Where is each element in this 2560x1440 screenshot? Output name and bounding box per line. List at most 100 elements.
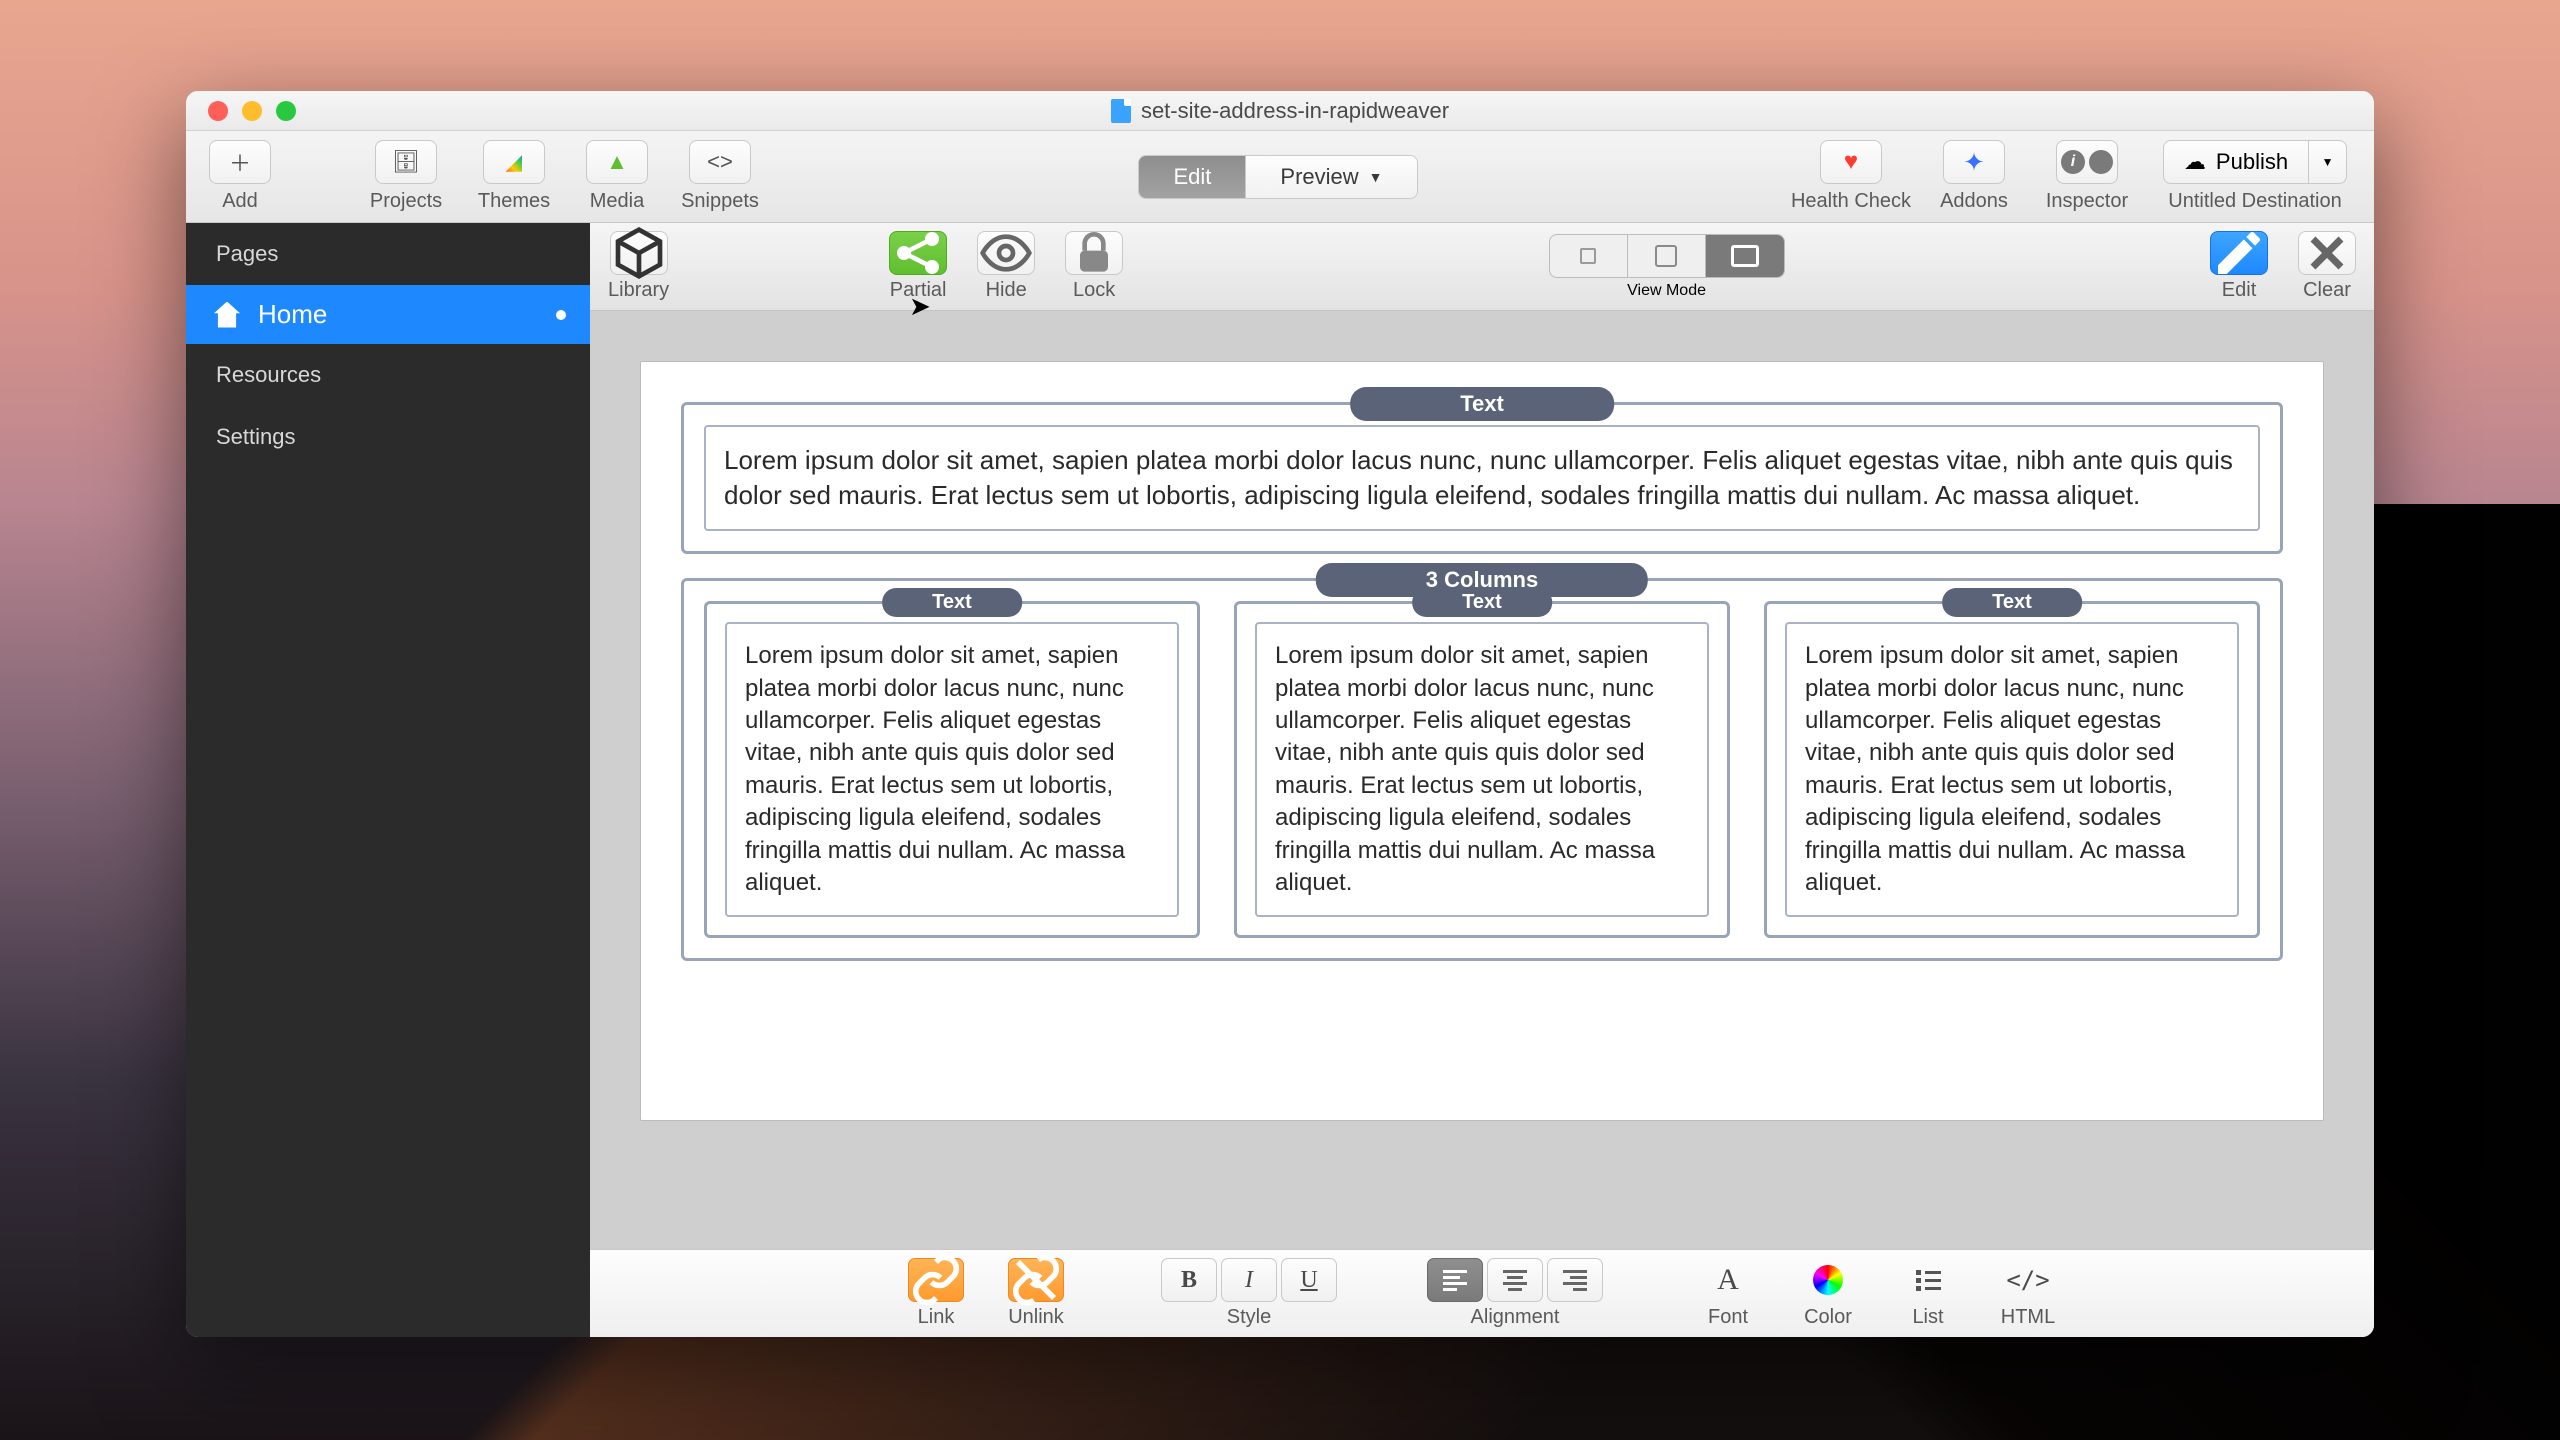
edit-label: Edit bbox=[2222, 279, 2256, 302]
small-square-icon bbox=[1580, 248, 1596, 264]
align-center-button[interactable] bbox=[1487, 1258, 1543, 1302]
format-toolbar: Link Unlink B I U Style bbox=[590, 1249, 2374, 1337]
col1-label: Text bbox=[882, 588, 1022, 617]
unlink-label: Unlink bbox=[1008, 1306, 1064, 1329]
resources-section-header[interactable]: Resources bbox=[186, 344, 590, 406]
x-icon bbox=[2298, 231, 2356, 275]
col2-label: Text bbox=[1412, 588, 1552, 617]
media-label: Media bbox=[590, 190, 644, 213]
partial-button[interactable]: Partial bbox=[889, 231, 947, 302]
plus-icon: ＋ bbox=[209, 140, 271, 184]
add-label: Add bbox=[222, 190, 258, 213]
hide-button[interactable]: Hide bbox=[977, 231, 1035, 302]
health-check-button[interactable]: ♥ Health Check bbox=[1786, 140, 1916, 213]
link-button[interactable]: Link bbox=[901, 1258, 971, 1329]
column-2[interactable]: Text Lorem ipsum dolor sit amet, sapien … bbox=[1234, 601, 1730, 938]
inspector-button[interactable]: i Inspector bbox=[2032, 140, 2142, 213]
align-right-button[interactable] bbox=[1547, 1258, 1603, 1302]
health-check-label: Health Check bbox=[1791, 190, 1911, 213]
bold-button[interactable]: B bbox=[1161, 1258, 1217, 1302]
font-icon: A bbox=[1700, 1258, 1756, 1302]
edit-button[interactable]: Edit bbox=[2210, 231, 2268, 302]
home-label: Home bbox=[258, 299, 327, 330]
lock-button[interactable]: Lock bbox=[1065, 231, 1123, 302]
clear-label: Clear bbox=[2303, 279, 2351, 302]
italic-button[interactable]: I bbox=[1221, 1258, 1277, 1302]
media-button[interactable]: ▲ Media bbox=[572, 140, 662, 213]
cloud-upload-icon: ☁ bbox=[2184, 149, 2206, 175]
library-button[interactable]: Library bbox=[608, 231, 669, 302]
page-canvas[interactable]: Text Lorem ipsum dolor sit amet, sapien … bbox=[640, 361, 2324, 1121]
text-stack-label: Text bbox=[1350, 387, 1614, 421]
view-mode-small[interactable] bbox=[1550, 235, 1628, 277]
main-content: Library Partial Hide Lock ➤ bbox=[590, 223, 2374, 1337]
eye-icon bbox=[977, 231, 1035, 275]
list-button[interactable]: List bbox=[1893, 1258, 1963, 1329]
titlebar[interactable]: set-site-address-in-rapidweaver bbox=[186, 91, 2374, 131]
link-icon bbox=[908, 1258, 964, 1302]
clear-button[interactable]: Clear bbox=[2298, 231, 2356, 302]
cube-icon bbox=[610, 231, 668, 275]
html-button[interactable]: </> HTML bbox=[1993, 1258, 2063, 1329]
document-icon bbox=[1111, 99, 1131, 123]
col2-text[interactable]: Lorem ipsum dolor sit amet, sapien plate… bbox=[1255, 622, 1709, 917]
align-left-button[interactable] bbox=[1427, 1258, 1483, 1302]
sidebar: Pages Home Resources Settings bbox=[186, 223, 590, 1337]
lock-icon bbox=[1065, 231, 1123, 275]
partial-label: Partial bbox=[890, 279, 947, 302]
col1-text[interactable]: Lorem ipsum dolor sit amet, sapien plate… bbox=[725, 622, 1179, 917]
pages-section-header[interactable]: Pages bbox=[186, 223, 590, 285]
edit-preview-segmented: Edit Preview▼ bbox=[1138, 155, 1417, 199]
code-icon: </> bbox=[2000, 1258, 2056, 1302]
publish-button[interactable]: ☁Publish bbox=[2163, 140, 2309, 184]
color-wheel-icon bbox=[1800, 1258, 1856, 1302]
view-mode-label: View Mode bbox=[1627, 282, 1706, 300]
puzzle-icon: ✦ bbox=[1943, 140, 2005, 184]
projects-button[interactable]: 🗄 Projects bbox=[356, 140, 456, 213]
list-icon bbox=[1900, 1258, 1956, 1302]
col3-label: Text bbox=[1942, 588, 2082, 617]
preview-mode-button[interactable]: Preview▼ bbox=[1246, 156, 1416, 198]
color-button[interactable]: Color bbox=[1793, 1258, 1863, 1329]
unlink-button[interactable]: Unlink bbox=[1001, 1258, 1071, 1329]
html-label: HTML bbox=[2001, 1306, 2055, 1329]
align-center-icon bbox=[1503, 1270, 1527, 1291]
canvas-area[interactable]: Text Lorem ipsum dolor sit amet, sapien … bbox=[590, 311, 2374, 1249]
col3-text[interactable]: Lorem ipsum dolor sit amet, sapien plate… bbox=[1785, 622, 2239, 917]
alignment-label: Alignment bbox=[1471, 1306, 1560, 1329]
projects-icon: 🗄 bbox=[375, 140, 437, 184]
addons-button[interactable]: ✦ Addons bbox=[1924, 140, 2024, 213]
library-label: Library bbox=[608, 279, 669, 302]
font-label: Font bbox=[1708, 1306, 1748, 1329]
publish-dropdown-button[interactable]: ▼ bbox=[2309, 140, 2347, 184]
columns-stack[interactable]: 3 Columns Text Lorem ipsum dolor sit ame… bbox=[681, 578, 2283, 961]
view-mode-medium[interactable] bbox=[1628, 235, 1706, 277]
themes-icon: ◢ bbox=[483, 140, 545, 184]
themes-button[interactable]: ◢ Themes bbox=[464, 140, 564, 213]
snippets-icon: <> bbox=[689, 140, 751, 184]
app-window: set-site-address-in-rapidweaver ＋ Add 🗄 … bbox=[186, 91, 2374, 1337]
sidebar-item-home[interactable]: Home bbox=[186, 285, 590, 344]
underline-button[interactable]: U bbox=[1281, 1258, 1337, 1302]
snippets-label: Snippets bbox=[681, 190, 759, 213]
snippets-button[interactable]: <> Snippets bbox=[670, 140, 770, 213]
text-content[interactable]: Lorem ipsum dolor sit amet, sapien plate… bbox=[704, 425, 2260, 531]
add-button[interactable]: ＋ Add bbox=[200, 140, 280, 213]
medium-square-icon bbox=[1655, 245, 1677, 267]
column-3[interactable]: Text Lorem ipsum dolor sit amet, sapien … bbox=[1764, 601, 2260, 938]
style-label: Style bbox=[1227, 1306, 1271, 1329]
color-label: Color bbox=[1804, 1306, 1852, 1329]
chevron-down-icon: ▼ bbox=[2322, 155, 2334, 169]
font-button[interactable]: A Font bbox=[1693, 1258, 1763, 1329]
chevron-down-icon: ▼ bbox=[1369, 169, 1383, 185]
settings-section-header[interactable]: Settings bbox=[186, 406, 590, 468]
style-group: B I U Style bbox=[1161, 1258, 1337, 1329]
text-stack[interactable]: Text Lorem ipsum dolor sit amet, sapien … bbox=[681, 402, 2283, 554]
view-mode-large[interactable] bbox=[1706, 235, 1784, 277]
link-label: Link bbox=[918, 1306, 955, 1329]
share-icon bbox=[889, 231, 947, 275]
edit-mode-button[interactable]: Edit bbox=[1139, 156, 1246, 198]
window-title-text: set-site-address-in-rapidweaver bbox=[1141, 98, 1449, 124]
column-1[interactable]: Text Lorem ipsum dolor sit amet, sapien … bbox=[704, 601, 1200, 938]
addons-label: Addons bbox=[1940, 190, 2008, 213]
